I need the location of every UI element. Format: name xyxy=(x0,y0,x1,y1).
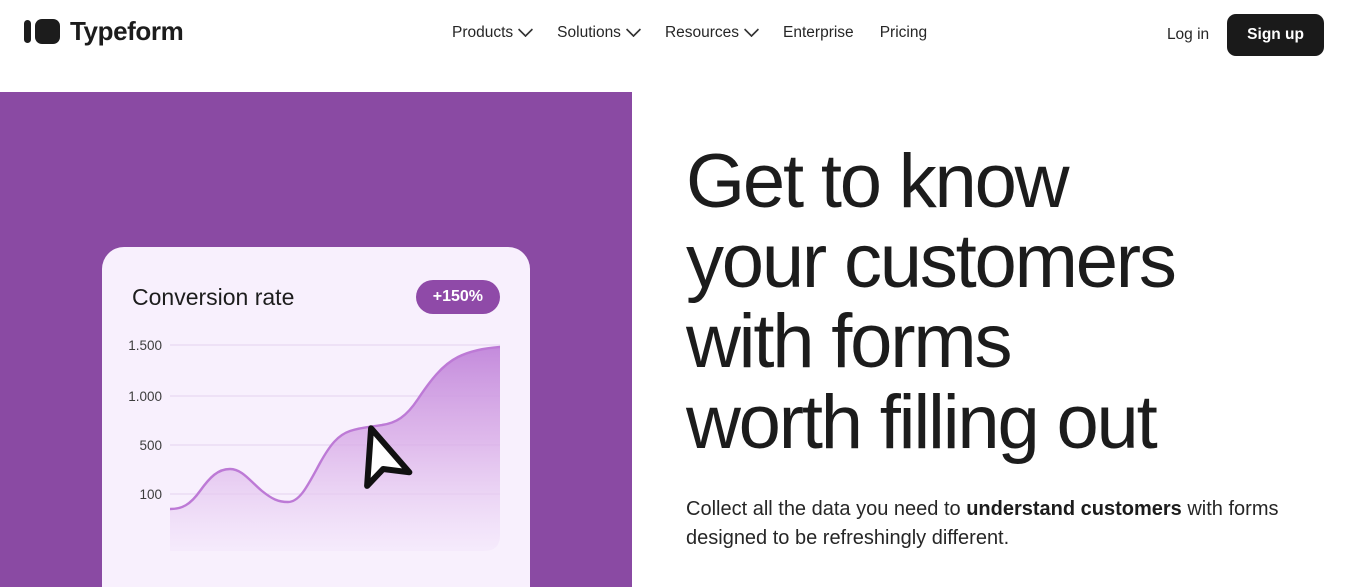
login-link[interactable]: Log in xyxy=(1167,27,1209,43)
typeform-logo-icon xyxy=(24,18,60,44)
card-header: Conversion rate +150% xyxy=(132,277,500,317)
nav-item-resources[interactable]: Resources xyxy=(664,22,760,44)
nav-item-solutions[interactable]: Solutions xyxy=(557,22,642,44)
chevron-down-icon xyxy=(743,22,760,38)
y-tick-label-1000: 1.000 xyxy=(128,389,162,404)
card-title: Conversion rate xyxy=(132,283,295,310)
auth-actions: Log in Sign up xyxy=(1167,14,1324,56)
status-badge: +150% xyxy=(415,280,500,314)
brand-logo[interactable]: Typeform xyxy=(24,16,184,46)
nav-item-pricing[interactable]: Pricing xyxy=(880,22,927,44)
logo-bar-shape xyxy=(24,19,31,43)
brand-name: Typeform xyxy=(70,16,184,46)
chart-plot-area xyxy=(170,339,500,587)
y-tick-label-1500: 1.500 xyxy=(128,338,162,353)
chevron-down-icon xyxy=(517,22,534,38)
chart-svg xyxy=(170,344,500,551)
nav-label-enterprise: Enterprise xyxy=(783,24,854,41)
nav-label-products: Products xyxy=(452,24,514,41)
hero-section: Conversion rate +150% 1.500 1.000 500 10… xyxy=(0,70,1348,587)
nav-label-solutions: Solutions xyxy=(557,24,621,41)
area-chart: 1.500 1.000 500 100 xyxy=(102,339,530,587)
chart-area-fill xyxy=(170,347,500,551)
logo-square-shape xyxy=(35,18,60,44)
hero-subtitle: Collect all the data you need to underst… xyxy=(686,495,1306,554)
y-tick-label-500: 500 xyxy=(139,438,162,453)
subtitle-part-1: Collect all the data you need to xyxy=(686,497,967,520)
nav-label-pricing: Pricing xyxy=(879,24,928,41)
conversion-rate-card: Conversion rate +150% 1.500 1.000 500 10… xyxy=(102,247,530,587)
nav-label-resources: Resources xyxy=(664,24,740,41)
chart-y-axis: 1.500 1.000 500 100 xyxy=(102,339,170,587)
nav-item-products[interactable]: Products xyxy=(452,22,534,44)
nav-item-enterprise[interactable]: Enterprise xyxy=(783,22,854,44)
signup-button[interactable]: Sign up xyxy=(1227,14,1324,56)
main-nav: Products Solutions Resources Enterprise … xyxy=(452,22,927,44)
page-root: Typeform Products Solutions Resources En… xyxy=(0,0,1348,587)
site-header: Typeform Products Solutions Resources En… xyxy=(0,0,1348,70)
hero-content: Get to know your customers with forms wo… xyxy=(686,139,1306,554)
y-tick-label-100: 100 xyxy=(139,487,162,502)
subtitle-emphasis: understand customers xyxy=(966,497,1182,520)
page-title: Get to know your customers with forms wo… xyxy=(686,139,1177,465)
chevron-down-icon xyxy=(625,22,642,38)
